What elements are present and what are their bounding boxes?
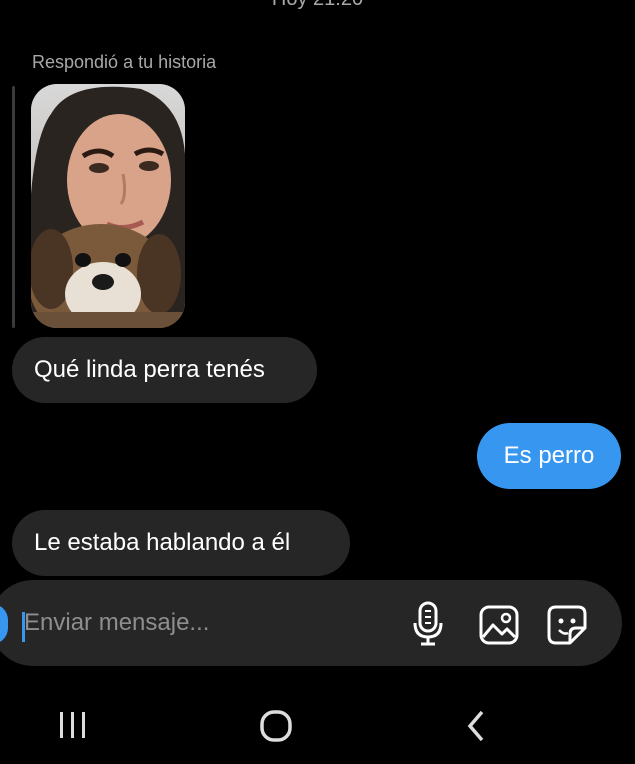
back-icon[interactable]	[464, 708, 488, 749]
microphone-icon[interactable]	[412, 601, 444, 652]
system-nav-bar	[0, 690, 635, 764]
gallery-icon[interactable]	[478, 604, 520, 651]
story-reply-label: Respondió a tu historia	[32, 52, 217, 72]
home-icon[interactable]	[258, 708, 294, 749]
story-photo	[31, 84, 185, 328]
message-bubble-received[interactable]: Qué linda perra tenés	[12, 337, 317, 403]
message-bubble-received[interactable]: Le estaba hablando a él	[12, 510, 350, 576]
recent-apps-icon[interactable]	[58, 710, 88, 745]
sticker-icon[interactable]	[546, 604, 588, 651]
message-bubble-sent[interactable]: Es perro	[477, 423, 621, 489]
story-reply-bar	[12, 86, 15, 328]
message-input[interactable]: Enviar mensaje...	[24, 609, 209, 637]
message-timestamp: Hoy 21:20	[0, 0, 635, 11]
story-thumbnail[interactable]	[31, 84, 185, 328]
